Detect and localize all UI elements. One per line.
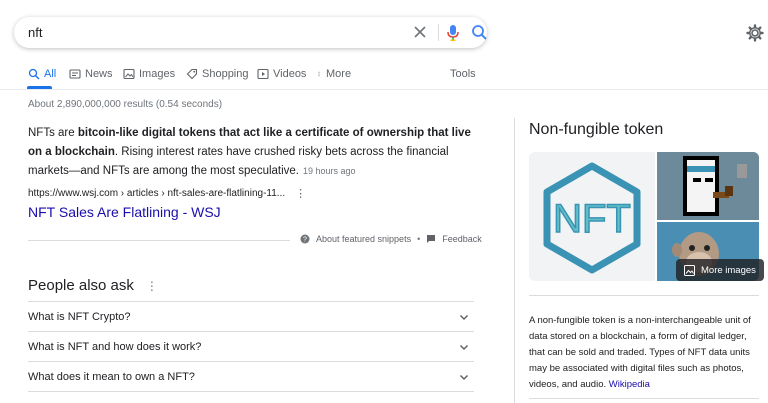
tab-label: News xyxy=(85,68,113,80)
about-snippets-link[interactable]: About featured snippets xyxy=(316,234,411,244)
paa-question-text: What is NFT Crypto? xyxy=(28,310,131,323)
search-icon xyxy=(28,68,40,80)
kebab-icon[interactable]: ⋮ xyxy=(146,279,158,293)
tab-label: More xyxy=(326,68,352,80)
tab-label: Images xyxy=(139,68,176,80)
tab-shopping[interactable]: Shopping xyxy=(186,68,249,80)
news-icon xyxy=(69,69,81,79)
tab-videos[interactable]: Videos xyxy=(257,68,306,80)
paa-question[interactable]: What is NFT Crypto? xyxy=(28,301,474,331)
search-box[interactable]: nft xyxy=(14,17,487,48)
knowledge-panel-rule xyxy=(529,295,759,296)
nft-logo-image[interactable]: NFT xyxy=(529,152,655,281)
knowledge-panel-divider xyxy=(514,118,515,403)
feedback-icon xyxy=(427,235,436,243)
help-icon: ? xyxy=(300,234,310,244)
result-cite: https://www.wsj.com › articles › nft-sal… xyxy=(28,187,306,200)
tab-label: Videos xyxy=(273,68,307,80)
snippet-text: NFTs are xyxy=(28,127,78,139)
tab-label: Shopping xyxy=(202,68,249,80)
people-also-ask-heading: People also ask ⋮ xyxy=(28,277,158,294)
svg-text:?: ? xyxy=(303,237,307,244)
snippet-footer: ? About featured snippets • Feedback xyxy=(300,234,482,244)
tools-button[interactable]: Tools xyxy=(450,68,476,80)
featured-snippet: NFTs are bitcoin-like digital tokens tha… xyxy=(28,124,476,181)
search-input[interactable]: nft xyxy=(28,25,42,40)
result-title-link[interactable]: NFT Sales Are Flatlining - WSJ xyxy=(28,204,221,220)
paa-question-text: What does it mean to own a NFT? xyxy=(28,370,195,383)
tab-images[interactable]: Images xyxy=(123,68,175,80)
wikipedia-link[interactable]: Wikipedia xyxy=(609,379,650,390)
tab-more[interactable]: More xyxy=(316,68,351,80)
paa-question-partial[interactable] xyxy=(28,391,474,403)
image-icon xyxy=(684,264,695,276)
chevron-down-icon xyxy=(459,374,469,380)
paa-question[interactable]: What is NFT and how does it work? xyxy=(28,331,474,361)
tools-label: Tools xyxy=(450,68,476,80)
feedback-link[interactable]: Feedback xyxy=(442,234,482,244)
tab-news[interactable]: News xyxy=(69,68,113,80)
tab-label: All xyxy=(44,68,57,80)
image-icon xyxy=(123,68,135,80)
more-images-label: More images xyxy=(701,264,756,276)
result-stats: About 2,890,000,000 results (0.54 second… xyxy=(28,99,223,110)
tab-all[interactable]: All xyxy=(28,68,56,80)
result-menu-icon[interactable]: ⋮ xyxy=(295,187,306,200)
chevron-down-icon xyxy=(459,344,469,350)
tag-icon xyxy=(186,68,198,80)
paa-title: People also ask xyxy=(28,277,134,294)
clear-icon[interactable] xyxy=(412,24,428,40)
paa-question[interactable]: What does it mean to own a NFT? xyxy=(28,361,474,391)
knowledge-panel-rule xyxy=(529,398,759,399)
cryptopunk-image[interactable] xyxy=(657,152,759,220)
search-icon[interactable] xyxy=(471,24,488,41)
footer-separator: • xyxy=(417,234,421,244)
video-icon xyxy=(257,68,269,80)
nft-logo-text: NFT xyxy=(553,197,631,241)
tabs-divider xyxy=(0,89,768,90)
search-divider xyxy=(438,24,439,41)
snippet-age: 19 hours ago xyxy=(303,166,356,176)
gear-icon[interactable] xyxy=(746,24,764,42)
cryptopunk-picture xyxy=(657,152,759,220)
chevron-down-icon xyxy=(459,314,469,320)
knowledge-panel-title: Non-fungible token xyxy=(529,121,664,138)
nft-logo: NFT xyxy=(543,162,641,274)
more-images-button[interactable]: More images xyxy=(676,259,764,281)
microphone-icon[interactable] xyxy=(446,24,460,42)
paa-question-text: What is NFT and how does it work? xyxy=(28,340,202,353)
result-url: https://www.wsj.com › articles › nft-sal… xyxy=(28,188,286,199)
snippet-divider xyxy=(28,240,290,241)
kebab-icon xyxy=(318,71,320,77)
knowledge-panel-description: A non-fungible token is a non-interchang… xyxy=(529,313,761,393)
search-tabs: All News Images Shopping Videos More Too… xyxy=(0,60,768,90)
